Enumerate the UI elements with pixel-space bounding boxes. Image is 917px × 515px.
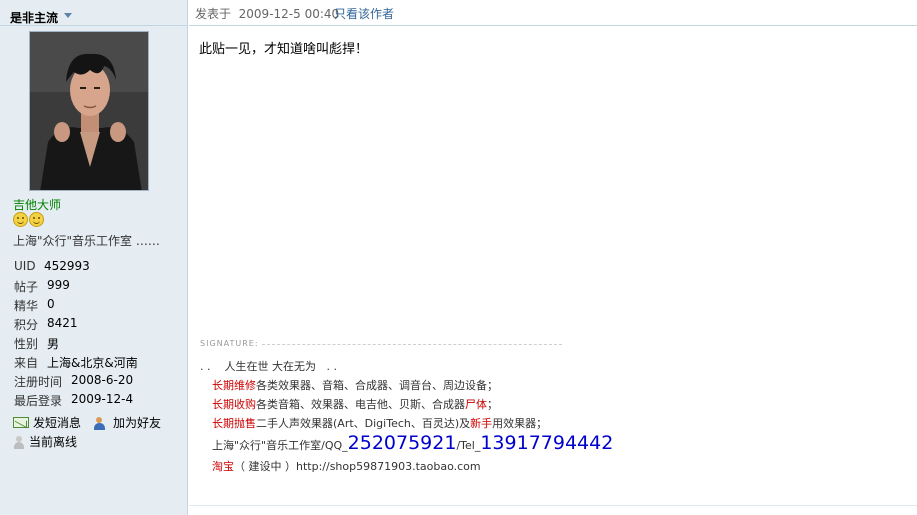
group-title: 吉他大师 xyxy=(13,198,62,212)
stat-label: 性别 xyxy=(14,337,39,351)
add-friend-label: 加为好友 xyxy=(113,416,162,430)
smiley-star-icon xyxy=(13,212,28,227)
stat-value: 2008-6-20 xyxy=(71,373,134,387)
repair-label: 长期维修 xyxy=(212,379,256,392)
online-status-label: 当前离线 xyxy=(29,435,78,449)
signature-line-shop: 淘宝（ 建设中 ）http://shop59871903.taobao.com xyxy=(212,458,481,476)
posted-time: 2009-12-5 00:40 xyxy=(238,7,340,21)
posted-label: 发表于 xyxy=(195,7,232,21)
stat-value: 2009-12-4 xyxy=(71,392,134,406)
post-time: 发表于 2009-12-5 00:40 xyxy=(195,5,339,22)
rank-stars xyxy=(13,212,45,228)
stat-label: UID xyxy=(14,259,36,273)
buy-text: 各类音箱、效果器、电吉他、贝斯、合成器 xyxy=(256,398,465,411)
sell-highlight: 新手 xyxy=(470,417,493,430)
stat-row-points: 积分 8421 xyxy=(14,316,78,332)
author-studio: 上海"众行"音乐工作室 …… xyxy=(13,234,160,248)
online-status: 当前离线 xyxy=(13,433,77,450)
sell-label: 长期抛售 xyxy=(212,417,256,430)
signature-line-contact: 上海"众行"音乐工作室/QQ_252075921/Tel_13917794442 xyxy=(212,432,613,456)
stat-label: 帖子 xyxy=(14,280,39,294)
add-friend-button[interactable]: 加为好友 xyxy=(93,414,161,431)
offline-user-icon xyxy=(13,435,25,450)
stat-row-posts: 帖子 999 xyxy=(14,278,70,294)
motto-suffix: . . xyxy=(326,360,338,373)
shop-status: （ 建设中 ） xyxy=(234,460,296,473)
stat-row-digest: 精华 0 xyxy=(14,297,55,313)
message-icon xyxy=(13,417,29,428)
sell-text: 二手人声效果器(Art、DigiTech、百灵达)及 xyxy=(256,417,471,430)
stat-row-gender: 性别 男 xyxy=(14,335,59,351)
contact-qq: 252075921 xyxy=(347,432,457,454)
contact-tel-label: /Tel_ xyxy=(456,439,481,452)
stat-label: 积分 xyxy=(14,318,39,332)
add-friend-icon xyxy=(93,416,109,431)
stat-row-registered: 注册时间 2008-6-20 xyxy=(14,373,133,389)
stat-value: 452993 xyxy=(44,259,90,273)
shop-label: 淘宝 xyxy=(212,460,234,473)
stat-value: 0 xyxy=(47,297,55,311)
stat-row-from: 来自 上海&北京&河南 xyxy=(14,354,138,370)
stat-value[interactable]: 999 xyxy=(47,278,70,292)
avatar[interactable] xyxy=(29,31,149,191)
sell-end: 用效果器； xyxy=(492,417,548,430)
stat-label: 最后登录 xyxy=(14,394,63,408)
contact-studio: 上海"众行"音乐工作室/QQ_ xyxy=(212,439,348,452)
author-name[interactable]: 是非主流 xyxy=(10,9,58,26)
contact-tel: 13917794442 xyxy=(480,432,614,454)
author-sidebar: 是非主流 吉他大师 上海"众行"音乐工作室 …… UID 452993 帖子 9… xyxy=(0,0,188,515)
post-footer-divider xyxy=(189,505,917,506)
signature-motto: . . 人生在世 大在无为 . . xyxy=(200,358,337,376)
stat-row-uid: UID 452993 xyxy=(14,259,90,275)
signature-line-repair: 长期维修各类效果器、音箱、合成器、调音台、周边设备； xyxy=(212,377,498,395)
buy-end: ； xyxy=(487,398,498,411)
repair-text: 各类效果器、音箱、合成器、调音台、周边设备； xyxy=(256,379,498,392)
buy-highlight: 尸体 xyxy=(465,398,487,411)
stat-value: 上海&北京&河南 xyxy=(47,356,138,370)
send-message-label: 发短消息 xyxy=(33,416,82,430)
motto-text: 人生在世 大在无为 xyxy=(224,360,317,373)
shop-url-link[interactable]: http://shop59871903.taobao.com xyxy=(296,460,481,473)
author-header: 是非主流 xyxy=(0,0,188,26)
stat-row-last-login: 最后登录 2009-12-4 xyxy=(14,392,133,408)
only-author-link[interactable]: 只看该作者 xyxy=(334,5,394,22)
smiley-star-icon xyxy=(29,212,44,227)
stat-label: 注册时间 xyxy=(14,375,63,389)
post-message: 此贴一见，才知道啥叫彪捍！ xyxy=(199,42,369,57)
buy-label: 长期收购 xyxy=(212,398,256,411)
stat-value: 8421 xyxy=(47,316,78,330)
motto-prefix: . . xyxy=(200,360,211,373)
post-header: 发表于 2009-12-5 00:40 只看该作者 xyxy=(189,0,917,26)
send-message-button[interactable]: 发短消息 xyxy=(13,414,81,431)
signature-label: SIGNATURE: xyxy=(200,339,259,348)
stat-label: 精华 xyxy=(14,299,39,313)
dropdown-arrow-icon[interactable] xyxy=(64,13,72,18)
signature-line-sell: 长期抛售二手人声效果器(Art、DigiTech、百灵达)及新手用效果器； xyxy=(212,415,547,433)
signature-line-buy: 长期收购各类音箱、效果器、电吉他、贝斯、合成器尸体； xyxy=(212,396,498,414)
stat-value: 男 xyxy=(47,337,60,351)
signature-divider xyxy=(262,344,562,345)
stat-label: 来自 xyxy=(14,356,39,370)
